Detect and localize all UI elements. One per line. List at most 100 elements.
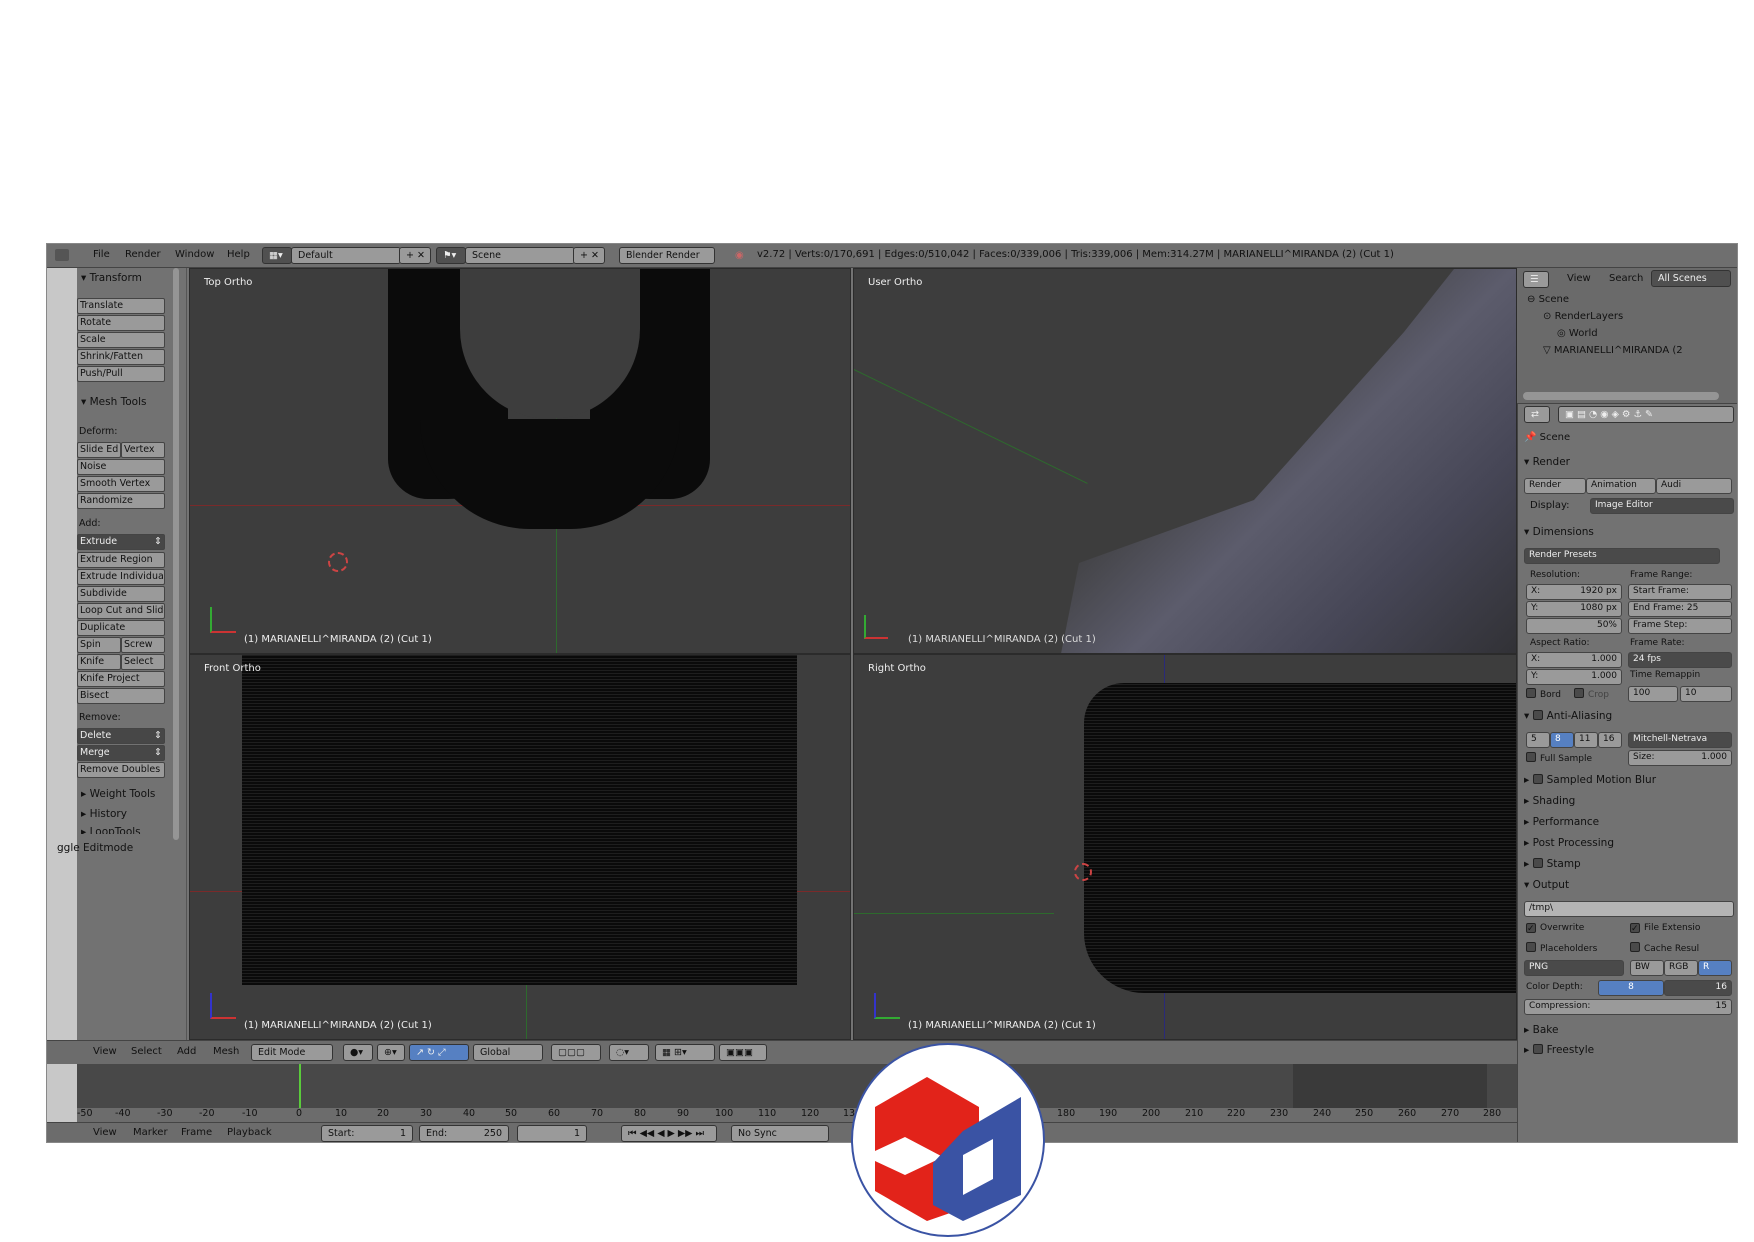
history-panel-header[interactable]: ▸ History bbox=[81, 808, 127, 820]
cache-result-checkbox[interactable]: Cache Resul bbox=[1630, 942, 1699, 954]
transform-panel-header[interactable]: ▾ Transform bbox=[81, 272, 142, 284]
properties-editor-icon[interactable]: ⇄ bbox=[1524, 406, 1550, 423]
weight-tools-panel-header[interactable]: ▸ Weight Tools bbox=[81, 788, 155, 800]
performance-panel[interactable]: ▸ Performance bbox=[1524, 816, 1599, 828]
shrink-fatten-button[interactable]: Shrink/Fatten bbox=[77, 349, 165, 365]
render-button[interactable]: Render bbox=[1524, 478, 1586, 494]
layer-buttons[interactable]: ▢▢▢ bbox=[551, 1044, 601, 1061]
delete-menu[interactable]: Delete ⇕ bbox=[77, 728, 165, 744]
mode-select[interactable]: Edit Mode bbox=[251, 1044, 333, 1061]
merge-menu[interactable]: Merge ⇕ bbox=[77, 745, 165, 761]
translate-button[interactable]: Translate bbox=[77, 298, 165, 314]
border-checkbox[interactable]: Bord bbox=[1526, 688, 1561, 700]
knife-button[interactable]: Knife bbox=[77, 654, 121, 670]
editor-type-icon[interactable] bbox=[55, 249, 69, 261]
current-frame-field[interactable]: 1 bbox=[517, 1125, 587, 1142]
viewport-top-ortho[interactable]: Top Ortho (1) MARIANELLI^MIRANDA (2) (Cu… bbox=[189, 268, 851, 654]
overwrite-checkbox[interactable]: ✓ Overwrite bbox=[1526, 923, 1584, 934]
crop-checkbox[interactable]: Crop bbox=[1574, 688, 1609, 700]
spin-button[interactable]: Spin bbox=[77, 637, 121, 653]
properties-context-tabs[interactable]: ▣ ▤ ◔ ◉ ◈ ⚙ ⚓ ✎ bbox=[1558, 406, 1734, 423]
render-engine-select[interactable]: Blender Render bbox=[619, 247, 715, 264]
screen-layout-field[interactable]: Default bbox=[291, 247, 401, 264]
resolution-x-field[interactable]: X: 1920 px bbox=[1526, 584, 1622, 600]
animation-button[interactable]: Animation bbox=[1586, 478, 1656, 494]
resolution-percentage-slider[interactable]: 50% bbox=[1526, 618, 1622, 634]
file-extension-checkbox[interactable]: ✓ File Extensio bbox=[1630, 923, 1700, 934]
toggle-editmode-operator[interactable]: ggle Editmode bbox=[57, 842, 133, 854]
proportional-edit[interactable]: ◌▾ bbox=[609, 1044, 649, 1061]
noise-button[interactable]: Noise bbox=[77, 459, 165, 475]
mesh-tools-panel-header[interactable]: ▾ Mesh Tools bbox=[81, 396, 146, 408]
view3d-menu-add[interactable]: Add bbox=[177, 1046, 196, 1057]
end-frame-prop[interactable]: End Frame: 25 bbox=[1628, 601, 1732, 617]
render-presets-select[interactable]: Render Presets bbox=[1524, 548, 1720, 564]
outliner-item-object[interactable]: ▽ MARIANELLI^MIRANDA (2 bbox=[1543, 345, 1683, 356]
remove-doubles-button[interactable]: Remove Doubles bbox=[77, 762, 165, 778]
color-depth-16[interactable]: 16 bbox=[1664, 980, 1732, 996]
snap-controls[interactable]: ▦ ⊞▾ bbox=[655, 1044, 715, 1061]
freestyle-panel[interactable]: ▸ Freestyle bbox=[1524, 1044, 1594, 1056]
scene-add-remove[interactable]: + ✕ bbox=[573, 247, 605, 264]
extrude-menu[interactable]: Extrude ⇕ bbox=[77, 534, 165, 550]
timeline-menu-playback[interactable]: Playback bbox=[227, 1127, 272, 1138]
shading-select[interactable]: ●▾ bbox=[343, 1044, 373, 1061]
shading-panel[interactable]: ▸ Shading bbox=[1524, 795, 1575, 807]
viewport-user-ortho[interactable]: User Ortho (1) MARIANELLI^MIRANDA (2) (C… bbox=[853, 268, 1517, 654]
stamp-panel[interactable]: ▸ Stamp bbox=[1524, 858, 1581, 870]
sync-mode-select[interactable]: No Sync bbox=[731, 1125, 829, 1142]
outliner-menu-search[interactable]: Search bbox=[1609, 273, 1643, 284]
menu-render[interactable]: Render bbox=[125, 249, 161, 260]
start-frame-field[interactable]: Start: 1 bbox=[321, 1125, 413, 1142]
rotate-button[interactable]: Rotate bbox=[77, 315, 165, 331]
resolution-y-field[interactable]: Y: 1080 px bbox=[1526, 601, 1622, 617]
sampled-motion-blur-panel[interactable]: ▸ Sampled Motion Blur bbox=[1524, 774, 1656, 786]
display-select[interactable]: Image Editor bbox=[1590, 498, 1734, 514]
screen-layout-icon[interactable]: ▦▾ bbox=[262, 247, 292, 264]
timeline-menu-frame[interactable]: Frame bbox=[181, 1127, 212, 1138]
smooth-vertex-button[interactable]: Smooth Vertex bbox=[77, 476, 165, 492]
output-panel-header[interactable]: ▾ Output bbox=[1524, 879, 1569, 891]
extrude-individual-button[interactable]: Extrude Individual bbox=[77, 569, 165, 585]
menu-file[interactable]: File bbox=[93, 249, 110, 260]
menu-help[interactable]: Help bbox=[227, 249, 250, 260]
frame-step-prop[interactable]: Frame Step: bbox=[1628, 618, 1732, 634]
looptools-panel-header[interactable]: ▸ LoopTools bbox=[81, 826, 141, 834]
view3d-menu-mesh[interactable]: Mesh bbox=[213, 1046, 239, 1057]
orientation-select[interactable]: Global bbox=[473, 1044, 543, 1061]
scale-button[interactable]: Scale bbox=[77, 332, 165, 348]
current-frame-marker[interactable] bbox=[299, 1064, 301, 1108]
knife-project-button[interactable]: Knife Project bbox=[77, 671, 165, 687]
compression-slider[interactable]: Compression: 15 bbox=[1524, 999, 1732, 1015]
subdivide-button[interactable]: Subdivide bbox=[77, 586, 165, 602]
extrude-region-button[interactable]: Extrude Region bbox=[77, 552, 165, 568]
output-path-field[interactable]: /tmp\ bbox=[1524, 901, 1734, 917]
bisect-button[interactable]: Bisect bbox=[77, 688, 165, 704]
time-remap-old[interactable]: 100 bbox=[1628, 686, 1678, 702]
color-bw-button[interactable]: BW bbox=[1630, 960, 1664, 976]
post-processing-panel[interactable]: ▸ Post Processing bbox=[1524, 837, 1614, 849]
aa-filter-select[interactable]: Mitchell-Netrava bbox=[1628, 732, 1732, 748]
outliner-item-scene[interactable]: ⊖ Scene bbox=[1527, 294, 1569, 305]
aspect-y-field[interactable]: Y: 1.000 bbox=[1526, 669, 1622, 685]
aa-samples-8[interactable]: 8 bbox=[1550, 732, 1574, 748]
bake-panel[interactable]: ▸ Bake bbox=[1524, 1024, 1558, 1036]
menu-window[interactable]: Window bbox=[175, 249, 214, 260]
outliner-filter-select[interactable]: All Scenes bbox=[1651, 270, 1731, 287]
timeline-menu-marker[interactable]: Marker bbox=[133, 1127, 168, 1138]
push-pull-button[interactable]: Push/Pull bbox=[77, 366, 165, 382]
outliner-item-renderlayers[interactable]: ⊙ RenderLayers bbox=[1543, 311, 1623, 322]
outliner-editor-icon[interactable]: ☰ bbox=[1523, 271, 1549, 288]
audio-button[interactable]: Audi bbox=[1656, 478, 1732, 494]
randomize-button[interactable]: Randomize bbox=[77, 493, 165, 509]
view3d-menu-select[interactable]: Select bbox=[131, 1046, 162, 1057]
full-sample-checkbox[interactable]: Full Sample bbox=[1526, 752, 1592, 764]
start-frame-prop[interactable]: Start Frame: bbox=[1628, 584, 1732, 600]
render-panel-header[interactable]: ▾ Render bbox=[1524, 456, 1570, 468]
aspect-x-field[interactable]: X: 1.000 bbox=[1526, 652, 1622, 668]
aa-samples-16[interactable]: 16 bbox=[1598, 732, 1622, 748]
loop-cut-button[interactable]: Loop Cut and Slide bbox=[77, 603, 165, 619]
slide-edge-button[interactable]: Slide Ed bbox=[77, 442, 121, 458]
viewport-right-ortho[interactable]: Right Ortho (1) MARIANELLI^MIRANDA (2) (… bbox=[853, 654, 1517, 1040]
color-rgb-button[interactable]: RGB bbox=[1664, 960, 1698, 976]
